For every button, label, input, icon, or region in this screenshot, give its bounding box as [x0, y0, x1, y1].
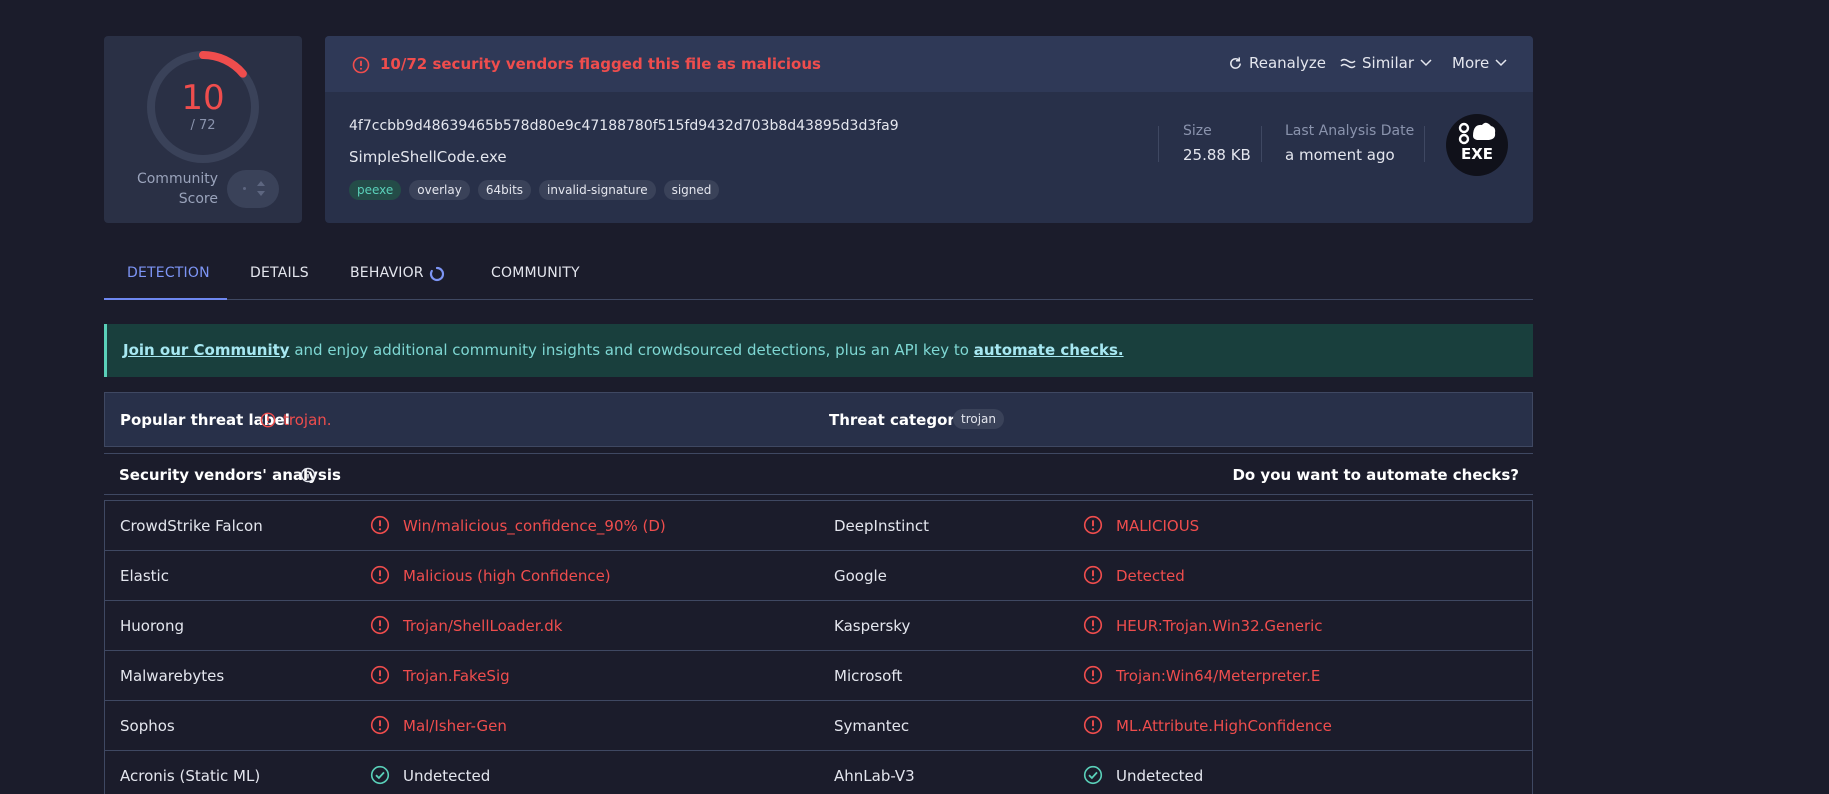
banner-text: Join our Community and enjoy additional … — [123, 341, 1124, 359]
dot-icon — [243, 187, 246, 190]
community-vote-widget[interactable] — [227, 170, 279, 208]
vendor-result: Trojan/ShellLoader.dk — [403, 617, 563, 635]
vendor-result: Win/malicious_confidence_90% (D) — [403, 517, 666, 535]
table-row: Elastic Malicious (high Confidence) Goog… — [105, 551, 1532, 601]
alert-icon — [1083, 615, 1103, 639]
automate-checks-prompt[interactable]: Do you want to automate checks? — [1232, 466, 1519, 484]
vendor-result: Undetected — [1116, 767, 1204, 785]
tab-detection[interactable]: DETECTION — [127, 265, 210, 281]
vendor-result: HEUR:Trojan.Win32.Generic — [1116, 617, 1323, 635]
popular-threat-value[interactable]: trojan. — [283, 411, 332, 429]
vendor-name: Microsoft — [834, 667, 903, 685]
tag-signed[interactable]: signed — [663, 180, 720, 200]
tag-invalid-signature[interactable]: invalid-signature — [539, 180, 656, 200]
last-analysis-label: Last Analysis Date — [1285, 123, 1415, 139]
file-hash[interactable]: 4f7ccbb9d48639465b578d80e9c47188780f515f… — [349, 118, 899, 134]
report-tabs: DETECTION DETAILS BEHAVIOR COMMUNITY — [104, 258, 1533, 300]
reanalyze-button[interactable]: Reanalyze — [1228, 54, 1326, 72]
upvote-icon[interactable] — [257, 181, 265, 186]
community-score-label: Community Score — [136, 171, 218, 207]
check-icon — [370, 765, 390, 789]
alert-icon — [1083, 715, 1103, 739]
tag-peexe[interactable]: peexe — [349, 180, 402, 200]
tag-overlay[interactable]: overlay — [409, 180, 470, 200]
chevron-down-icon — [1495, 59, 1507, 67]
vendor-name: DeepInstinct — [834, 517, 929, 535]
divider — [1158, 126, 1159, 162]
similar-dropdown[interactable]: Similar — [1340, 54, 1432, 72]
vendor-name: Huorong — [120, 617, 185, 635]
join-community-banner: Join our Community and enjoy additional … — [104, 324, 1533, 377]
vendor-result: MALICIOUS — [1116, 517, 1200, 535]
join-community-link[interactable]: Join our Community — [123, 341, 290, 359]
info-icon[interactable] — [300, 467, 316, 483]
detection-count: 10 — [181, 78, 225, 118]
vendor-result: Malicious (high Confidence) — [403, 567, 611, 585]
alert-icon — [1083, 565, 1103, 589]
file-type-badge: EXE — [1446, 114, 1508, 176]
file-tags: peexe overlay 64bits invalid-signature s… — [349, 180, 720, 200]
loading-spinner-icon — [429, 266, 445, 282]
more-dropdown[interactable]: More — [1452, 54, 1507, 72]
table-row: Sophos Mal/Isher-Gen Symantec ML.Attribu… — [105, 701, 1532, 751]
vendor-name: Google — [834, 567, 887, 585]
downvote-icon[interactable] — [257, 191, 265, 196]
malicious-summary: 10/72 security vendors flagged this file… — [380, 55, 821, 73]
active-tab-indicator — [104, 298, 227, 300]
vendor-result: ML.Attribute.HighConfidence — [1116, 717, 1332, 735]
vendor-total: / 72 — [190, 118, 216, 133]
tab-behavior[interactable]: BEHAVIOR — [350, 265, 424, 281]
alert-icon — [370, 565, 390, 589]
vendor-result: Trojan:Win64/Meterpreter.E — [1116, 667, 1321, 685]
table-row: Huorong Trojan/ShellLoader.dk Kaspersky … — [105, 601, 1532, 651]
alert-icon — [370, 615, 390, 639]
file-name: SimpleShellCode.exe — [349, 148, 507, 166]
detection-summary-bar: 10/72 security vendors flagged this file… — [325, 36, 1533, 92]
threat-summary: Popular threat label trojan. Threat cate… — [104, 392, 1533, 447]
vendor-name: Kaspersky — [834, 617, 911, 635]
tab-community[interactable]: COMMUNITY — [491, 265, 580, 281]
last-analysis-value: a moment ago — [1285, 146, 1395, 164]
size-value: 25.88 KB — [1183, 146, 1251, 164]
vendors-analysis-header: Security vendors' analysis Do you want t… — [104, 453, 1533, 495]
vendor-result: Mal/Isher-Gen — [403, 717, 507, 735]
vendor-result: Detected — [1116, 567, 1185, 585]
alert-icon — [370, 715, 390, 739]
vendor-name: Symantec — [834, 717, 910, 735]
alert-icon — [260, 412, 276, 428]
detection-score-card: 10 / 72 Community Score — [104, 36, 302, 223]
alert-icon — [1083, 515, 1103, 539]
refresh-icon — [1230, 56, 1241, 69]
vendor-result: Undetected — [403, 767, 491, 785]
tag-64bits[interactable]: 64bits — [477, 180, 532, 200]
vendor-results-table: CrowdStrike Falcon Win/malicious_confide… — [104, 500, 1533, 794]
vendor-result: Trojan.FakeSig — [403, 667, 510, 685]
vendor-name: Malwarebytes — [120, 667, 225, 685]
vendor-name: AhnLab-V3 — [834, 767, 915, 785]
table-row: Malwarebytes Trojan.FakeSig Microsoft Tr… — [105, 651, 1532, 701]
alert-icon — [1083, 665, 1103, 689]
size-label: Size — [1183, 123, 1212, 139]
alert-icon — [370, 515, 390, 539]
similar-icon — [1340, 58, 1356, 69]
chevron-down-icon — [1420, 59, 1432, 67]
divider — [1261, 126, 1262, 162]
threat-category-tag[interactable]: trojan — [953, 409, 1005, 429]
file-type-label: EXE — [1460, 145, 1494, 163]
automate-checks-link[interactable]: automate checks. — [974, 341, 1124, 359]
table-row: CrowdStrike Falcon Win/malicious_confide… — [105, 501, 1532, 551]
file-type-icon — [1458, 122, 1496, 145]
alert-icon — [352, 56, 370, 74]
vendor-name: Sophos — [120, 717, 175, 735]
file-info-card: 10/72 security vendors flagged this file… — [325, 36, 1533, 223]
check-icon — [1083, 765, 1103, 789]
alert-icon — [370, 665, 390, 689]
table-row: Acronis (Static ML) Undetected AhnLab-V3… — [105, 751, 1532, 794]
tab-details[interactable]: DETAILS — [250, 265, 309, 281]
vendor-name: Acronis (Static ML) — [120, 767, 261, 785]
vendor-name: Elastic — [120, 567, 169, 585]
divider — [1424, 126, 1425, 162]
vendor-name: CrowdStrike Falcon — [120, 517, 263, 535]
